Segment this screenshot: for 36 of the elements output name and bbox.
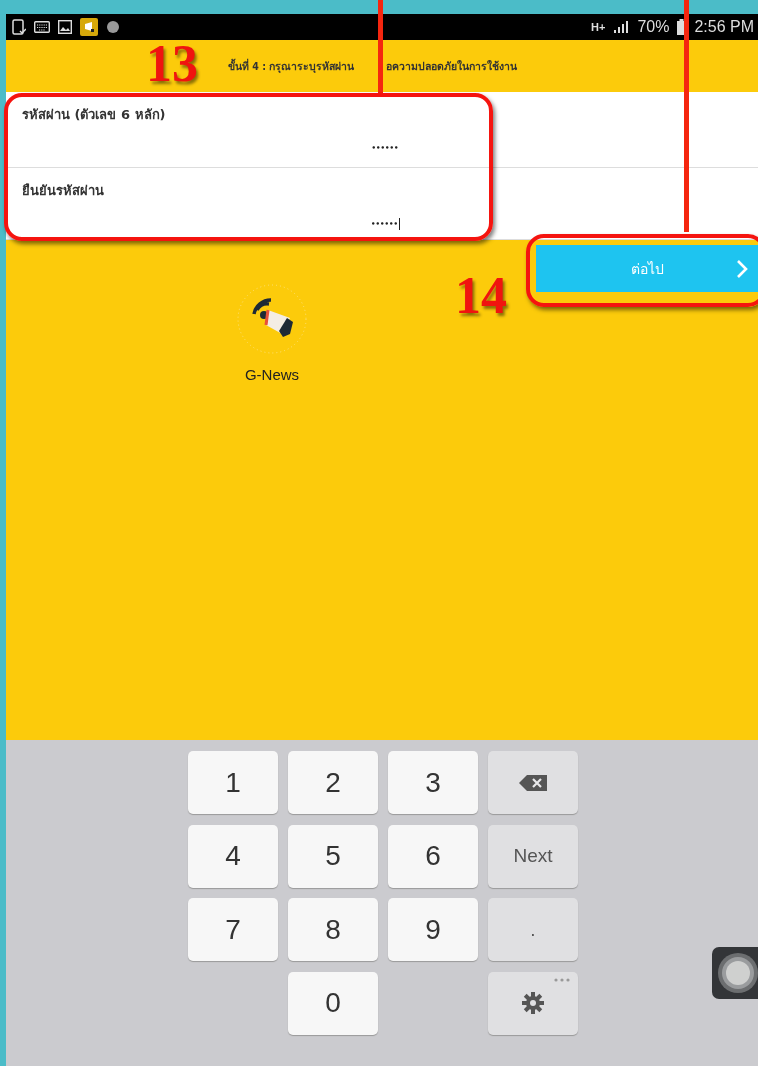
signal-icon xyxy=(613,20,630,34)
chevron-right-icon xyxy=(736,259,748,279)
digit-key[interactable]: 1 xyxy=(188,751,278,814)
annotation-number: 14 xyxy=(455,270,507,322)
action-key[interactable]: Next xyxy=(488,824,578,888)
more-icon xyxy=(554,977,570,982)
digit-key[interactable]: 0 xyxy=(288,971,378,1035)
digit-key[interactable]: 8 xyxy=(288,898,378,961)
app-name: G-News xyxy=(244,366,300,383)
backspace-key[interactable] xyxy=(488,751,578,814)
backspace-icon xyxy=(519,774,547,791)
settings-icon xyxy=(522,992,544,1014)
field-label: รหัสผ่าน (ตัวเลข 6 หลัก) xyxy=(22,106,166,124)
battery-level: 70% xyxy=(637,18,670,36)
settings-key[interactable] xyxy=(488,971,578,1035)
digit-key[interactable]: 3 xyxy=(388,751,478,814)
step-instruction: อความปลอดภัยในการใช้งาน xyxy=(386,58,518,74)
megaphone-icon[interactable] xyxy=(235,282,309,356)
clock: 2:56 PM xyxy=(694,18,754,36)
field-label: ยืนยันรหัสผ่าน xyxy=(22,182,104,200)
record-icon xyxy=(106,20,120,34)
digit-key[interactable]: 9 xyxy=(388,898,478,961)
step-instruction: ขั้นที่ 4 : กรุณาระบุรหัสผ่าน xyxy=(228,57,355,75)
action-key[interactable]: . xyxy=(488,898,578,961)
digit-key[interactable]: 2 xyxy=(288,751,378,814)
app-icon xyxy=(80,18,98,36)
keyboard-icon xyxy=(34,21,50,33)
phone-icon xyxy=(12,19,26,35)
digit-key[interactable]: 7 xyxy=(188,898,278,961)
digit-key[interactable]: 5 xyxy=(288,824,378,888)
digit-key[interactable]: 6 xyxy=(388,824,478,888)
digit-key[interactable]: 4 xyxy=(188,824,278,888)
annotation-number: 13 xyxy=(146,38,198,90)
network-type: H+ xyxy=(591,21,606,33)
image-icon xyxy=(58,20,72,34)
assistive-touch-icon[interactable] xyxy=(712,947,758,999)
